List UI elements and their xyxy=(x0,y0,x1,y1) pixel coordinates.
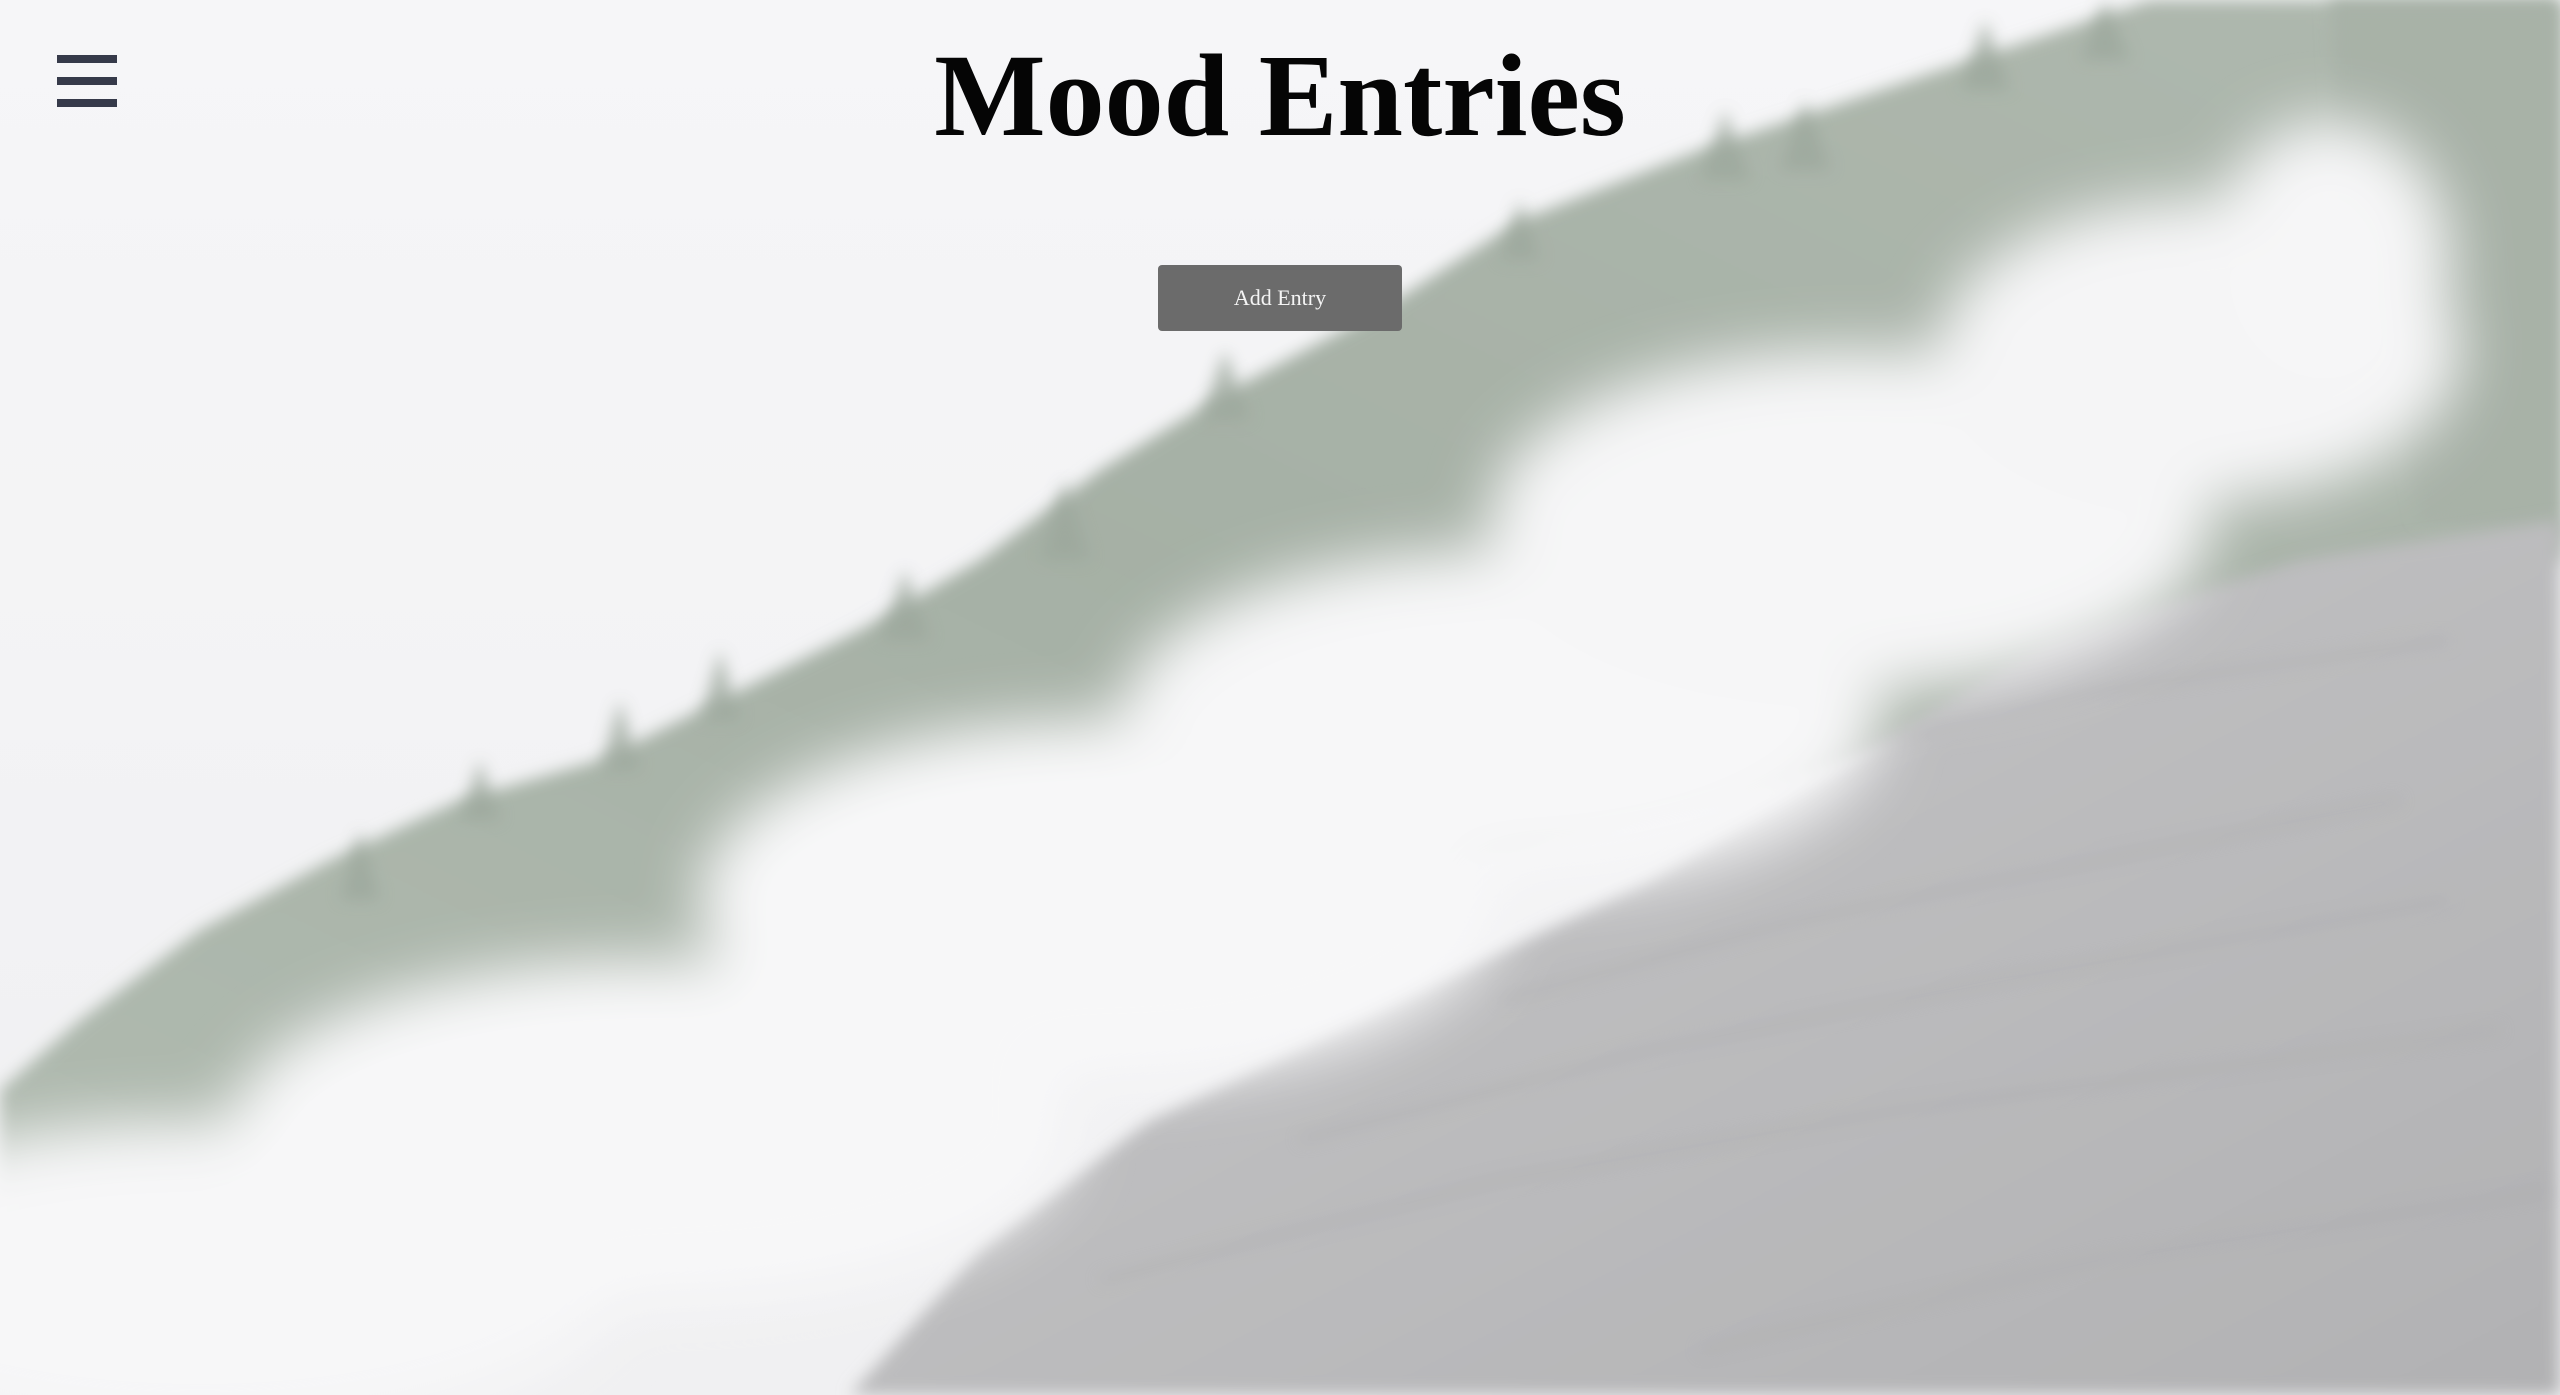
background-waterfall-image xyxy=(0,0,2560,1395)
add-entry-button[interactable]: Add Entry xyxy=(1158,265,1402,331)
page-title: Mood Entries xyxy=(934,30,1626,161)
